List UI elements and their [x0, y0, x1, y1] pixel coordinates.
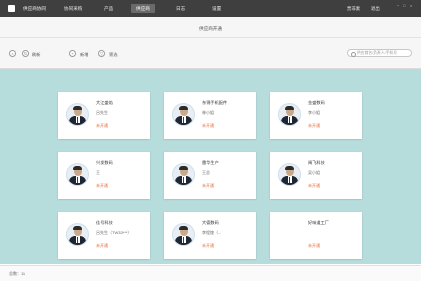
supplier-contact: 林小姐	[202, 110, 214, 115]
supplier-contact: 王	[96, 170, 100, 175]
status-badge: 未开通	[308, 183, 320, 188]
avatar	[172, 223, 195, 246]
supplier-name: 大德数码	[202, 220, 219, 225]
search-input[interactable]: 供应商名/负责人/手机号	[347, 49, 412, 57]
supplier-name: 好味道工厂	[308, 220, 329, 225]
minimize-icon[interactable]: −	[397, 3, 399, 8]
supplier-name: 佳号科技	[96, 220, 113, 225]
page-header: 供应商开通 × ↻ 刷新 + 新增 ▽ 筛选 供应商名/负责人/手机号	[0, 17, 421, 69]
divider	[0, 37, 421, 38]
total-count: 总数：11	[9, 271, 26, 276]
avatar	[66, 223, 89, 246]
supplier-name: 东锦手机配件	[202, 100, 228, 105]
refresh-icon[interactable]: ↻	[22, 50, 29, 57]
avatar	[172, 103, 195, 126]
status-badge: 未开通	[202, 183, 214, 188]
maximize-icon[interactable]: □	[403, 3, 405, 8]
logout-link[interactable]: 退出	[371, 6, 380, 12]
current-user[interactable]: 贾非素	[347, 6, 360, 12]
filter-icon[interactable]: ▽	[98, 50, 105, 57]
supplier-card[interactable]: 好味道工厂 未开通	[270, 212, 362, 259]
supplier-card[interactable]: 大江盛焰 吕先生 未开通	[58, 92, 150, 139]
supplier-card[interactable]: 雷华生产 王总 未开通	[164, 152, 256, 199]
nav-item-suppliers[interactable]: 供应商	[131, 4, 155, 13]
filter-button-label[interactable]: 筛选	[109, 52, 117, 58]
supplier-card[interactable]: 东锦手机配件 林小姐 未开通	[164, 92, 256, 139]
avatar	[172, 163, 195, 186]
nav-item-products[interactable]: 产品	[104, 6, 113, 12]
add-icon[interactable]: +	[69, 50, 76, 57]
add-button-label[interactable]: 新增	[80, 52, 88, 58]
supplier-contact: 吕先生	[96, 110, 108, 115]
page-title: 供应商开通	[199, 26, 222, 31]
status-badge: 未开通	[202, 123, 214, 128]
avatar	[278, 163, 301, 186]
top-nav-bar: 供应商协同 协同采购 产品 供应商 日志 设置 贾非素 退出 − □ ×	[0, 0, 421, 17]
supplier-name: 闽飞科技	[308, 160, 325, 165]
status-badge: 未开通	[96, 183, 108, 188]
supplier-name: 金盛数码	[308, 100, 325, 105]
app-brand: 供应商协同	[23, 6, 46, 11]
nav-item-logs[interactable]: 日志	[176, 6, 185, 12]
avatar	[66, 103, 89, 126]
supplier-card[interactable]: 闽飞科技 吴小姐 未开通	[270, 152, 362, 199]
avatar	[66, 163, 89, 186]
supplier-grid: 大江盛焰 吕先生 未开通 东锦手机配件 林小姐 未开通 金盛数码 李小姐 未开通…	[0, 69, 421, 264]
status-badge: 未开通	[308, 123, 320, 128]
supplier-card[interactable]: 佳号科技 吕先生（TW33***） 未开通	[58, 212, 150, 259]
supplier-card[interactable]: 兴发数码 王 未开通	[58, 152, 150, 199]
status-bar: 总数：11	[0, 265, 421, 281]
status-badge: 未开通	[96, 123, 108, 128]
supplier-contact: 吴小姐	[308, 170, 320, 175]
search-placeholder: 供应商名/负责人/手机号	[357, 51, 398, 56]
supplier-contact: 李小姐	[308, 110, 320, 115]
close-icon[interactable]: ×	[410, 3, 412, 8]
status-badge: 未开通	[202, 243, 214, 248]
supplier-contact: 吕先生（TW33***）	[96, 230, 132, 235]
avatar	[278, 103, 301, 126]
nav-item-purchase[interactable]: 协同采购	[64, 6, 82, 12]
nav-item-settings[interactable]: 设置	[212, 6, 221, 12]
status-badge: 未开通	[308, 243, 320, 248]
supplier-card[interactable]: 大德数码 李程煌（... 未开通	[164, 212, 256, 259]
supplier-name: 大江盛焰	[96, 100, 113, 105]
search-icon	[351, 51, 356, 57]
supplier-contact: 王总	[202, 170, 210, 175]
app-logo-icon	[8, 5, 15, 12]
supplier-card[interactable]: 金盛数码 李小姐 未开通	[270, 92, 362, 139]
status-badge: 未开通	[96, 243, 108, 248]
supplier-contact: 李程煌（...	[202, 230, 222, 235]
supplier-name: 兴发数码	[96, 160, 113, 165]
supplier-name: 雷华生产	[202, 160, 219, 165]
refresh-button-label[interactable]: 刷新	[32, 52, 40, 58]
select-all-icon[interactable]: ×	[9, 50, 16, 57]
